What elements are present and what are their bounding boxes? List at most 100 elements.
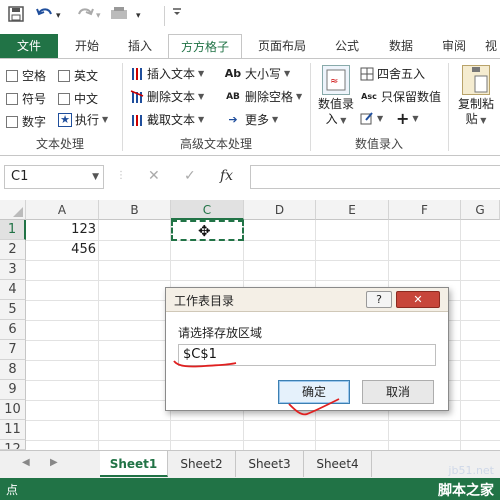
save-icon[interactable] [8,6,24,26]
column-header-a[interactable]: A [26,200,99,220]
checkbox-box[interactable] [58,69,70,82]
tab-view[interactable]: 视 [482,34,500,58]
extract-text-button[interactable]: 截取文本 ▼ [130,111,204,128]
tab-insert[interactable]: 插入 [114,34,166,58]
redo-dropdown-icon[interactable]: ▾ [96,6,101,26]
cell-a2[interactable]: 456 [26,240,96,260]
status-bar: 点 jb51.net 脚本之家 [0,464,500,500]
tab-page-layout[interactable]: 页面布局 [246,34,318,58]
enter-icon[interactable]: ✓ [184,168,196,184]
row-header-7[interactable]: 7 [0,340,26,360]
sheet-tab-3[interactable]: Sheet3 [236,451,304,477]
row-header-3[interactable]: 3 [0,260,26,280]
customize-dropdown-icon[interactable]: ▾ [136,6,141,26]
cancel-icon[interactable]: ✕ [148,168,160,184]
undo-icon[interactable] [36,6,54,26]
sheet-tab-4[interactable]: Sheet4 [304,451,372,477]
column-header-e[interactable]: E [316,200,389,220]
row-header-8[interactable]: 8 [0,360,26,380]
checkbox-space[interactable]: 空格 [6,67,46,84]
case-label: 大小写 [245,67,282,81]
name-box-value: C1 [11,169,29,184]
group-label-advanced-text: 高级文本处理 [179,137,252,151]
formula-input[interactable] [250,165,500,189]
round-label: 四舍五入 [377,67,426,81]
tab-fangfang[interactable]: 方方格子 [168,34,242,59]
column-header-g[interactable]: G [461,200,500,220]
close-button[interactable]: ✕ [396,291,440,308]
cancel-button[interactable]: 取消 [362,380,434,404]
row-header-11[interactable]: 11 [0,420,26,440]
checkbox-box[interactable] [6,115,18,128]
chevron-down-icon: ▼ [477,116,487,125]
case-button[interactable]: Ab 大小写 ▼ [224,65,290,82]
chevron-down-icon: ▼ [198,69,205,78]
prev-sheet-icon[interactable]: ◀ [22,457,30,468]
edit-button[interactable]: ▼ [360,111,383,125]
name-box[interactable]: C1 ▼ [4,165,104,189]
grid-line [26,280,500,281]
checkbox-number[interactable]: 数字 [6,113,46,130]
insert-text-button[interactable]: 插入文本 ▼ [130,65,204,82]
group-label-value-entry: 数值录入 [354,137,403,151]
help-button[interactable]: ? [366,291,392,308]
execute-label: 执行 [75,113,100,127]
round-button[interactable]: 四舍五入 [360,65,425,82]
row-header-4[interactable]: 4 [0,280,26,300]
qat-menu-icon[interactable] [172,6,182,26]
column-header-f[interactable]: F [389,200,461,220]
tab-data[interactable]: 数据 [376,34,426,58]
plus-button[interactable]: + ▼ [396,109,419,128]
value-entry-button[interactable]: ≈ 数值录 入 ▼ [314,65,358,128]
sheet-tab-2[interactable]: Sheet2 [168,451,236,477]
select-all-corner[interactable] [0,200,26,220]
delete-text-button[interactable]: 删除文本 ▼ [130,88,204,105]
grid-line [98,220,99,450]
copy-paste-button[interactable]: 复制粘 贴 ▼ [452,65,500,128]
chevron-down-icon[interactable]: ▼ [92,166,99,188]
redo-icon[interactable] [76,6,94,26]
next-sheet-icon[interactable]: ▶ [50,457,58,468]
sheet-tab-1[interactable]: Sheet1 [100,451,168,477]
delete-text-label: 删除文本 [147,90,196,104]
keep-value-button[interactable]: Asc 只保留数值 [360,88,441,105]
row-header-12[interactable]: 12 [0,440,26,450]
checkbox-box[interactable] [58,92,70,105]
row-header-10[interactable]: 10 [0,400,26,420]
more-button[interactable]: ➔ 更多 ▼ [224,111,278,128]
row-header-9[interactable]: 9 [0,380,26,400]
column-header-b[interactable]: B [99,200,171,220]
cell-a1[interactable]: 123 [26,220,96,240]
tab-review[interactable]: 审阅 [430,34,478,58]
tab-formulas[interactable]: 公式 [322,34,372,58]
delete-space-button[interactable]: AB 删除空格 ▼ [224,88,302,105]
fx-icon[interactable]: fx [220,168,233,184]
row-header-1[interactable]: 1 [0,220,26,240]
checkbox-chinese[interactable]: 中文 [58,90,98,107]
checkbox-english[interactable]: 英文 [58,67,98,84]
row-header-2[interactable]: 2 [0,240,26,260]
copy-paste-label-1: 复制粘 [457,97,494,111]
tab-home[interactable]: 开始 [62,34,112,58]
checkbox-symbol[interactable]: 符号 [6,90,46,107]
group-separator [122,63,123,151]
star-icon: ★ [58,112,72,127]
check-annotation [288,398,340,416]
row-header-5[interactable]: 5 [0,300,26,320]
column-header-c[interactable]: C [171,200,244,220]
arrow-right-icon: ➔ [228,113,238,126]
checkbox-box[interactable] [6,92,18,105]
watermark-url: jb51.net [448,464,494,477]
checkbox-box[interactable] [6,69,18,82]
tab-file[interactable]: 文件 [0,34,58,58]
column-header-d[interactable]: D [244,200,316,220]
customize-icon[interactable] [110,6,132,26]
delete-text-icon [130,89,144,104]
execute-button[interactable]: ★ 执行 ▼ [58,111,108,128]
grid-line [26,260,500,261]
chevron-down-icon: ▼ [284,69,291,78]
dialog-titlebar[interactable]: 工作表目录 ? ✕ [166,288,448,312]
chevron-down-icon: ▼ [272,115,279,124]
undo-dropdown-icon[interactable]: ▾ [56,6,61,26]
row-header-6[interactable]: 6 [0,320,26,340]
